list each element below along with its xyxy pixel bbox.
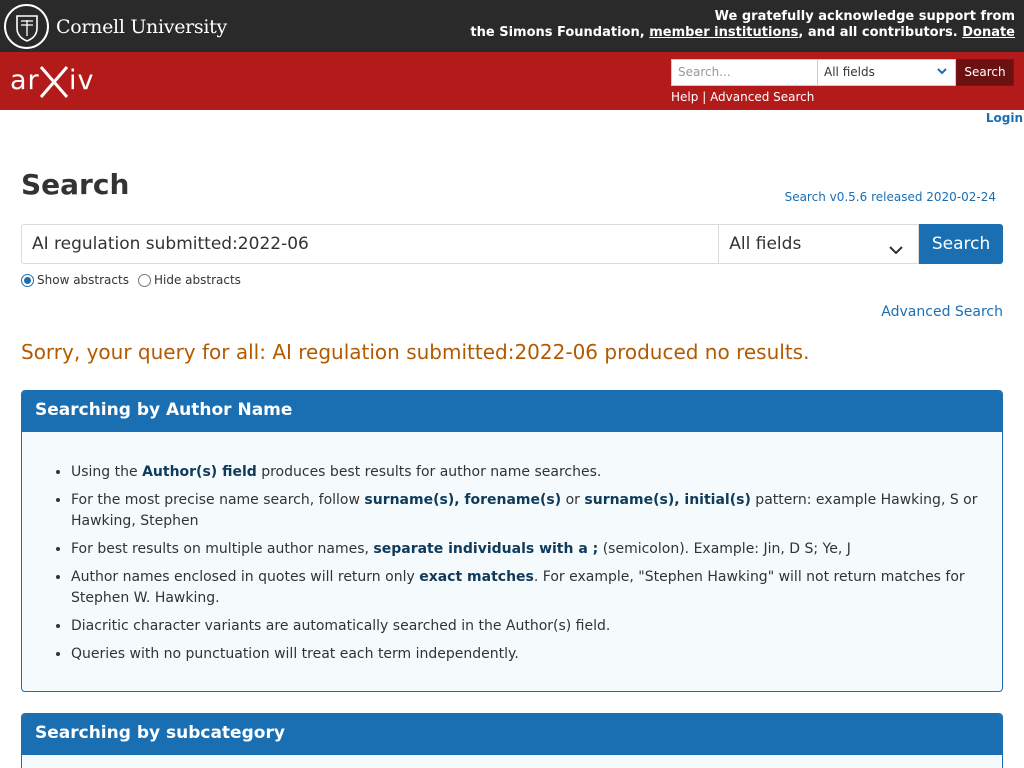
list-item: For best results on multiple author name… [71,539,982,560]
arxiv-header: ar iv Search... All fields Search Help |… [0,52,1024,110]
support-mid: , and all contributors. [798,25,958,40]
hide-abstracts-option[interactable]: Hide abstracts [137,273,241,287]
advanced-search-link[interactable]: Advanced Search [881,304,1003,320]
arxiv-logo-icon: ar iv [10,65,94,98]
header-search-form: Search... All fields Search [671,59,1014,86]
link-separator: | [702,90,707,104]
cornell-seal-icon [4,4,49,49]
tip-text: Diacritic character variants are automat… [71,618,611,634]
main-field-select[interactable]: All fields [719,224,920,264]
tip-text: For the most precise name search, follow [71,492,365,508]
show-abstracts-label: Show abstracts [37,273,129,287]
list-item: Using the Author(s) field produces best … [71,462,982,483]
cornell-header: Cornell University We gratefully acknowl… [0,0,1024,52]
main-search-button[interactable]: Search [919,224,1003,264]
support-line-1: We gratefully acknowledge support from [714,9,1015,24]
tip-text: Queries with no punctuation will treat e… [71,646,519,662]
support-prefix: the Simons Foundation, [470,25,645,40]
emphasis-text: separate individuals with a ; [373,541,599,557]
tip-text: (semicolon). Example: Jin, D S; Ye, J [598,541,851,557]
header-advanced-search-link[interactable]: Advanced Search [710,90,814,104]
main-search-form: AI regulation submitted:2022-06 All fiel… [21,224,1003,264]
tip-text: For best results on multiple author name… [71,541,374,557]
list-item: Queries with no punctuation will treat e… [71,644,982,665]
list-item: Author names enclosed in quotes will ret… [71,567,982,609]
panel-title: Searching by subcategory [22,714,1002,755]
subcategory-help-panel: Searching by subcategory [21,713,1003,768]
help-link[interactable]: Help [671,90,698,104]
hide-abstracts-radio[interactable] [137,273,151,287]
panel-body: Using the Author(s) field produces best … [22,432,1002,688]
header-search-button[interactable]: Search [956,59,1014,86]
header-links: Help | Advanced Search [671,90,814,104]
emphasis-text: surname(s), initial(s) [584,492,751,508]
chevron-down-icon [936,62,948,91]
author-tips-list: Using the Author(s) field produces best … [71,462,982,665]
panel-title: Searching by Author Name [22,391,1002,432]
show-abstracts-radio[interactable] [21,273,34,287]
arxiv-logo[interactable]: ar iv [10,62,98,104]
svg-text:iv: iv [69,65,94,96]
show-abstracts-option[interactable]: Show abstracts [21,273,129,287]
login-link[interactable]: Login [986,111,1023,125]
svg-text:ar: ar [10,65,40,96]
author-help-panel: Searching by Author Name Using the Autho… [21,390,1003,692]
emphasis-text: surname(s), forename(s) [364,492,562,508]
header-field-select[interactable]: All fields [818,59,956,86]
emphasis-text: exact matches [419,569,534,585]
hide-abstracts-label: Hide abstracts [153,273,241,287]
support-notice: We gratefully acknowledge support from t… [470,9,1015,41]
header-field-select-value: All fields [824,65,875,79]
tip-text: Using the [71,464,143,480]
tip-text: produces best results for author name se… [256,464,602,480]
list-item: For the most precise name search, follow… [71,490,982,532]
no-results-message: Sorry, your query for all: AI regulation… [21,340,810,364]
header-search-input[interactable]: Search... [671,59,818,86]
tip-text: Author names enclosed in quotes will ret… [71,569,420,585]
donate-link[interactable]: Donate [962,25,1015,40]
version-link[interactable]: Search v0.5.6 released 2020-02-24 [785,190,996,204]
member-institutions-link[interactable]: member institutions [649,25,798,40]
abstract-toggle: Show abstracts Hide abstracts [21,273,250,287]
main-field-select-value: All fields [729,234,802,254]
list-item: Diacritic character variants are automat… [71,616,982,637]
chevron-down-icon [888,236,904,274]
page-title: Search [21,168,130,201]
cornell-logo[interactable]: Cornell University [4,4,227,49]
cornell-wordmark: Cornell University [56,15,227,38]
emphasis-text: Author(s) field [142,464,257,480]
main-search-input[interactable]: AI regulation submitted:2022-06 [21,224,720,264]
tip-text: or [561,492,585,508]
